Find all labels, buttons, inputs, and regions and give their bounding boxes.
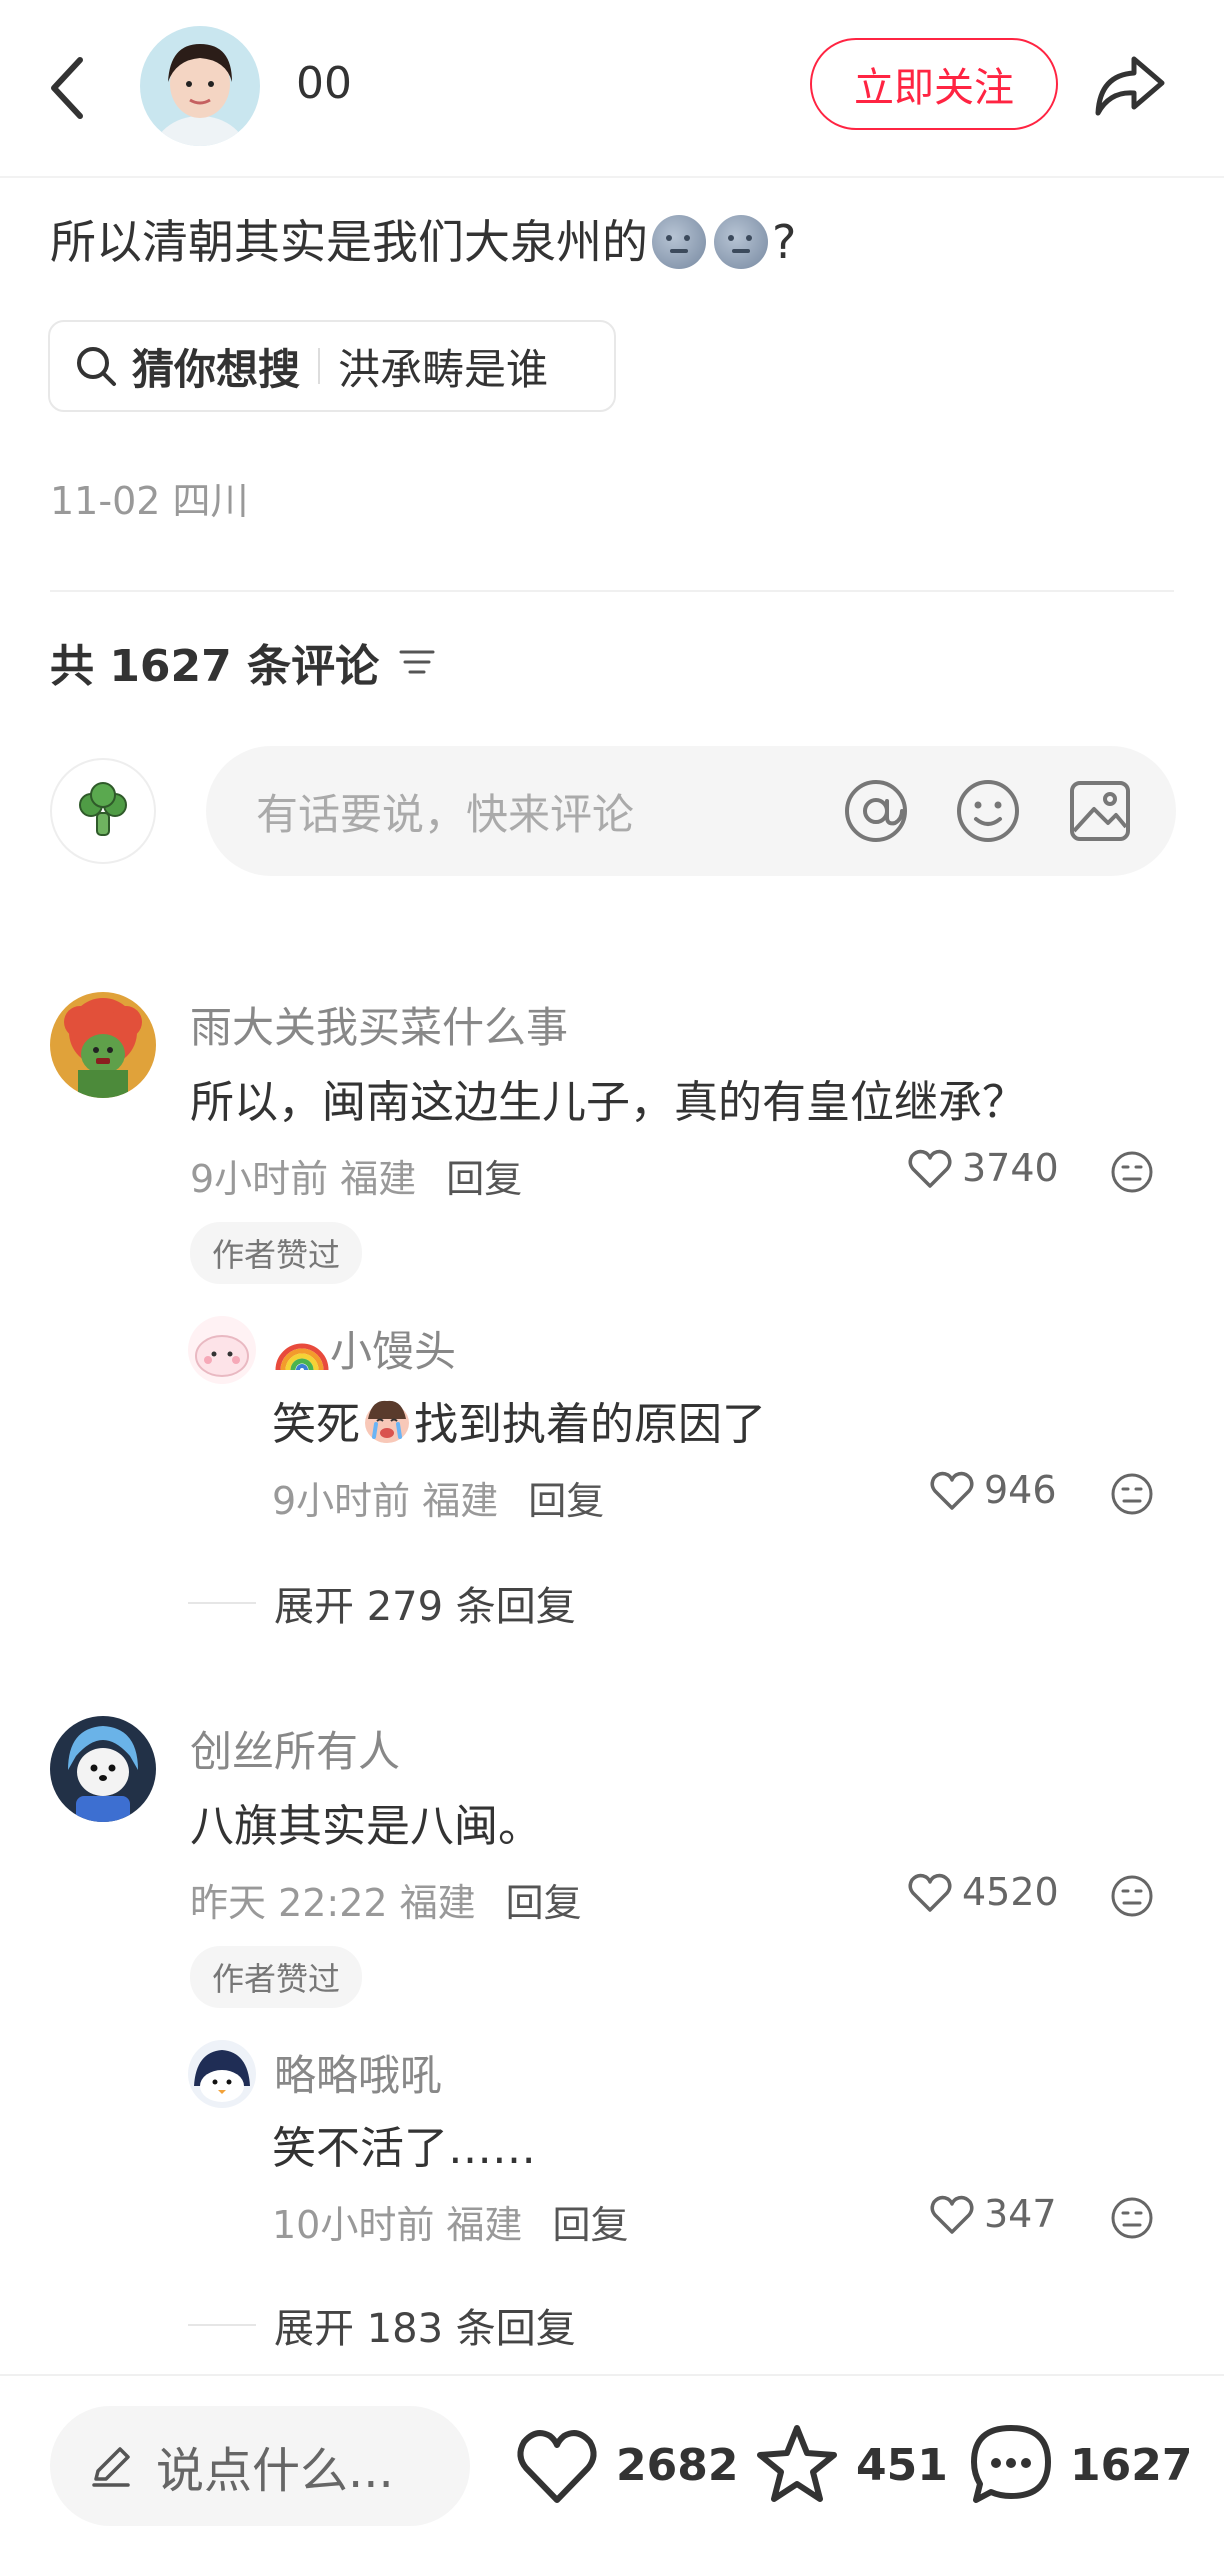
expand-replies-button[interactable]: 展开 279 条回复	[188, 1574, 576, 1632]
suggested-search-title: 猜你想搜	[132, 344, 301, 394]
reply-commenter-name-row[interactable]: 小馒头	[274, 1318, 456, 1379]
heart-icon	[930, 1471, 974, 1510]
broccoli-avatar-icon	[79, 782, 127, 836]
comment-like-button[interactable]: 3740	[906, 1144, 1059, 1192]
expand-replies-button[interactable]: 展开 183 条回复	[188, 2296, 576, 2354]
bottom-comment-input[interactable]: 说点什么...	[50, 2406, 470, 2526]
dislike-face-icon[interactable]	[1108, 2194, 1156, 2242]
reply-like-button[interactable]: 946	[928, 1466, 1057, 1514]
follow-button[interactable]: 立即关注	[810, 38, 1058, 130]
suggested-search-query: 洪承畴是谁	[338, 344, 549, 394]
header-divider	[0, 176, 1224, 178]
author-avatar[interactable]	[140, 26, 260, 146]
post-title: 所以清朝其实是我们大泉州的 ?	[50, 212, 796, 272]
comment-like-button[interactable]: 4520	[906, 1868, 1059, 1916]
author-liked-badge: 作者赞过	[190, 1222, 363, 1284]
reply-commenter-name: 小馒头	[330, 1327, 457, 1376]
reply-comment-text: 笑不活了……	[272, 2123, 536, 2174]
mention-at-icon[interactable]	[840, 775, 912, 847]
comment-meta: 昨天 22:22 福建 回复	[190, 1872, 582, 1927]
reply-like-count: 347	[984, 2192, 1057, 2236]
commenter-name[interactable]: 雨大关我买菜什么事	[190, 994, 568, 1055]
pencil-icon	[92, 2447, 130, 2487]
reply-button[interactable]: 回复	[528, 1470, 604, 1525]
reply-comment-text: 笑死 找到执着的原因了	[272, 1388, 766, 1452]
moon-face-emoji-icon	[714, 215, 768, 269]
post-comment-count: 1627	[1070, 2439, 1193, 2491]
post-favorite-count: 451	[856, 2439, 948, 2491]
reply-text-after: 找到执着的原因了	[414, 1399, 766, 1450]
emoji-icon[interactable]	[952, 775, 1024, 847]
commenter-name[interactable]: 创丝所有人	[190, 1718, 400, 1779]
dislike-face-icon[interactable]	[1108, 1872, 1156, 1920]
comment-count-label: 共 1627 条评论	[50, 641, 380, 692]
expand-replies-label: 展开 279 条回复	[274, 1584, 576, 1630]
comment-text: 所以，闽南这边生儿子，真的有皇位继承？	[190, 1077, 1026, 1128]
share-icon[interactable]	[1090, 45, 1170, 125]
post-comment-button[interactable]: 1627	[966, 2420, 1192, 2510]
reply-like-count: 946	[984, 1468, 1057, 1512]
heart-icon	[517, 2430, 597, 2503]
reply-like-button[interactable]: 347	[928, 2190, 1057, 2238]
image-icon[interactable]	[1064, 775, 1136, 847]
comment-input[interactable]: 有话要说，快来评论	[206, 746, 1176, 876]
comment-text: 八旗其实是八闽。	[190, 1801, 542, 1852]
suggested-search-chip[interactable]: 猜你想搜 洪承畴是谁	[48, 320, 616, 412]
my-avatar	[50, 758, 156, 864]
comment-count-header: 共 1627 条评论	[50, 630, 437, 694]
author-liked-badge: 作者赞过	[190, 1946, 363, 2008]
reply-button[interactable]: 回复	[446, 1148, 522, 1203]
post-like-count: 2682	[616, 2439, 739, 2491]
sort-filter-icon[interactable]	[397, 642, 437, 682]
commenter-avatar[interactable]	[50, 1716, 156, 1822]
crying-face-emoji-icon	[365, 1400, 409, 1443]
heart-icon	[930, 2195, 974, 2234]
commenter-avatar[interactable]	[50, 992, 156, 1098]
section-divider	[50, 590, 1174, 592]
heart-icon	[908, 1149, 952, 1188]
reply-text-before: 笑死	[272, 1399, 360, 1450]
expand-line	[188, 1602, 256, 1604]
bottom-bar-divider	[0, 2374, 1224, 2376]
comment-bubble-icon	[971, 2425, 1051, 2503]
post-title-text: 所以清朝其实是我们大泉州的	[50, 215, 648, 269]
reply-time-location: 9小时前 福建	[272, 1479, 499, 1523]
heart-icon	[908, 1873, 952, 1912]
reply-meta: 9小时前 福建 回复	[272, 1470, 604, 1525]
post-date-location: 11-02 四川	[50, 479, 249, 523]
reply-commenter-name[interactable]: 略略哦吼	[274, 2042, 442, 2103]
reply-meta: 10小时前 福建 回复	[272, 2194, 628, 2249]
comment-time-location: 9小时前 福建	[190, 1157, 417, 1201]
post-title-suffix: ?	[772, 215, 797, 269]
expand-line	[188, 2324, 256, 2326]
reply-time-location: 10小时前 福建	[272, 2203, 523, 2247]
dislike-face-icon[interactable]	[1108, 1148, 1156, 1196]
comment-like-count: 4520	[962, 1870, 1059, 1914]
expand-replies-label: 展开 183 条回复	[274, 2306, 576, 2352]
comment-input-placeholder: 有话要说，快来评论	[256, 789, 635, 839]
dislike-face-icon[interactable]	[1108, 1470, 1156, 1518]
moon-face-emoji-icon	[652, 215, 706, 269]
comment-like-count: 3740	[962, 1146, 1059, 1190]
rainbow-emoji-icon	[275, 1343, 329, 1370]
chip-separator	[318, 348, 321, 384]
search-icon	[77, 347, 116, 386]
bottom-input-placeholder: 说点什么...	[156, 2443, 394, 2499]
reply-commenter-avatar[interactable]	[188, 1316, 256, 1384]
post-like-button[interactable]: 2682	[512, 2420, 738, 2510]
author-name[interactable]: 00	[296, 58, 352, 109]
back-arrow-icon[interactable]	[40, 48, 100, 128]
reply-button[interactable]: 回复	[506, 1872, 582, 1927]
comment-time-location: 昨天 22:22 福建	[190, 1881, 476, 1925]
post-favorite-button[interactable]: 451	[752, 2420, 948, 2510]
reply-commenter-avatar[interactable]	[188, 2040, 256, 2108]
reply-button[interactable]: 回复	[552, 2194, 628, 2249]
comment-meta: 9小时前 福建 回复	[190, 1148, 522, 1203]
star-icon	[757, 2425, 837, 2502]
